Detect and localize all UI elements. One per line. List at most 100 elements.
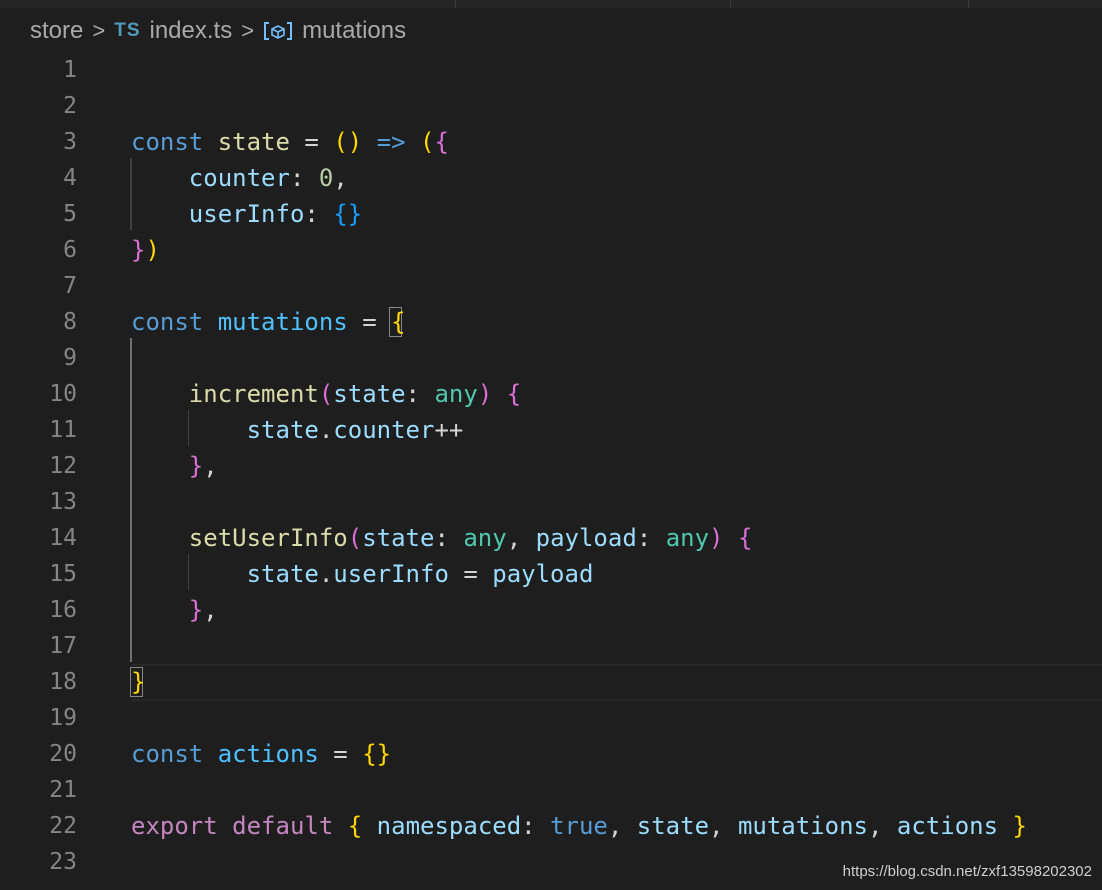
code-line[interactable]: 1	[0, 52, 1102, 88]
line-code: state.userInfo = payload	[131, 556, 594, 592]
code-token: ,	[203, 452, 218, 480]
line-number: 22	[49, 813, 77, 839]
code-line[interactable]: 7	[0, 268, 1102, 304]
code-token: {	[391, 308, 406, 336]
chevron-right-icon: >	[241, 18, 255, 43]
code-line[interactable]: 21	[0, 772, 1102, 808]
code-token: {}	[362, 740, 392, 768]
code-line[interactable]: 18}	[0, 664, 1102, 700]
code-line[interactable]: 4 counter: 0,	[0, 160, 1102, 196]
code-token: 0	[318, 164, 334, 192]
code-token: {	[347, 812, 363, 840]
code-token: payload	[535, 524, 637, 552]
code-token: )	[709, 524, 724, 552]
code-token: {	[506, 380, 522, 408]
code-line[interactable]: 3 const state = () => ({	[0, 124, 1102, 160]
code-token: ,	[333, 164, 348, 192]
code-token: any	[434, 380, 478, 408]
code-token: }	[131, 236, 146, 264]
line-code: setUserInfo(state: any, payload: any) {	[131, 520, 753, 556]
line-code: const mutations = {	[131, 304, 406, 340]
breadcrumb-symbol[interactable]: mutations	[302, 17, 406, 45]
code-token: {	[737, 524, 753, 552]
code-token: userInfo	[188, 200, 305, 228]
code-line[interactable]: 11 state.counter++	[0, 412, 1102, 448]
code-line[interactable]: 17	[0, 628, 1102, 664]
code-line[interactable]: 14 setUserInfo(state: any, payload: any)…	[0, 520, 1102, 556]
breadcrumb-folder[interactable]: store	[30, 17, 83, 45]
code-token: :	[434, 524, 464, 552]
code-token: mutations	[737, 812, 868, 840]
code-line[interactable]: 9	[0, 340, 1102, 376]
tab-strip	[0, 0, 1102, 8]
line-code: userInfo: {}	[131, 196, 362, 232]
line-code: },	[131, 448, 218, 484]
code-line[interactable]: 2	[0, 88, 1102, 124]
code-token: :	[289, 164, 319, 192]
code-line[interactable]: 22 export default { namespaced: true, sta…	[0, 808, 1102, 844]
code-line[interactable]: 12 },	[0, 448, 1102, 484]
line-number: 12	[49, 453, 77, 479]
line-number: 8	[63, 309, 77, 335]
code-token: true	[550, 812, 608, 840]
code-line[interactable]: 13	[0, 484, 1102, 520]
code-line[interactable]: 8 const mutations = {	[0, 304, 1102, 340]
code-line[interactable]: 19	[0, 700, 1102, 736]
code-token: }	[188, 452, 204, 480]
line-number: 1	[63, 57, 77, 83]
code-token: any	[463, 524, 507, 552]
code-token: :	[405, 380, 435, 408]
variable-symbol-icon	[263, 20, 293, 42]
code-line[interactable]: 20 const actions = {}	[0, 736, 1102, 772]
typescript-file-icon: TS	[114, 20, 141, 41]
code-line[interactable]: 5 userInfo: {}	[0, 196, 1102, 232]
tab-divider	[968, 0, 969, 8]
line-code: const actions = {}	[131, 736, 391, 772]
code-token: any	[665, 524, 710, 552]
code-line[interactable]: 6})	[0, 232, 1102, 268]
line-code: increment(state: any) {	[131, 376, 521, 412]
line-number: 20	[49, 741, 77, 767]
code-token: ,	[607, 812, 637, 840]
chevron-right-icon: >	[92, 18, 106, 43]
code-line[interactable]: 15 state.userInfo = payload	[0, 556, 1102, 592]
code-token: state	[217, 128, 290, 156]
code-token: ++	[434, 416, 464, 444]
code-editor[interactable]: 1 2 3 const state = () => ({4 counter: 0, 5 …	[0, 52, 1102, 890]
code-token: ,	[506, 524, 536, 552]
code-line[interactable]: 10 increment(state: any) {	[0, 376, 1102, 412]
watermark: https://blog.csdn.net/zxf13598202302	[842, 863, 1092, 880]
code-token: state	[333, 380, 406, 408]
code-token: ()	[333, 128, 363, 156]
code-token: state	[246, 416, 319, 444]
code-token: }	[188, 596, 204, 624]
code-token: :	[636, 524, 666, 552]
code-token: )	[477, 380, 493, 408]
code-token: ,	[867, 812, 897, 840]
line-number: 11	[49, 417, 77, 443]
code-token: (	[420, 128, 435, 156]
line-number: 6	[63, 237, 77, 263]
breadcrumb-file[interactable]: index.ts	[150, 17, 233, 45]
code-token: namespaced	[376, 812, 522, 840]
code-token: state	[246, 560, 319, 588]
code-token: setUserInfo	[188, 524, 348, 552]
line-number: 15	[49, 561, 77, 587]
code-line[interactable]: 16 },	[0, 592, 1102, 628]
line-code: })	[131, 232, 160, 268]
code-token: =	[318, 740, 363, 768]
code-token: counter	[188, 164, 290, 192]
code-token: state	[636, 812, 710, 840]
